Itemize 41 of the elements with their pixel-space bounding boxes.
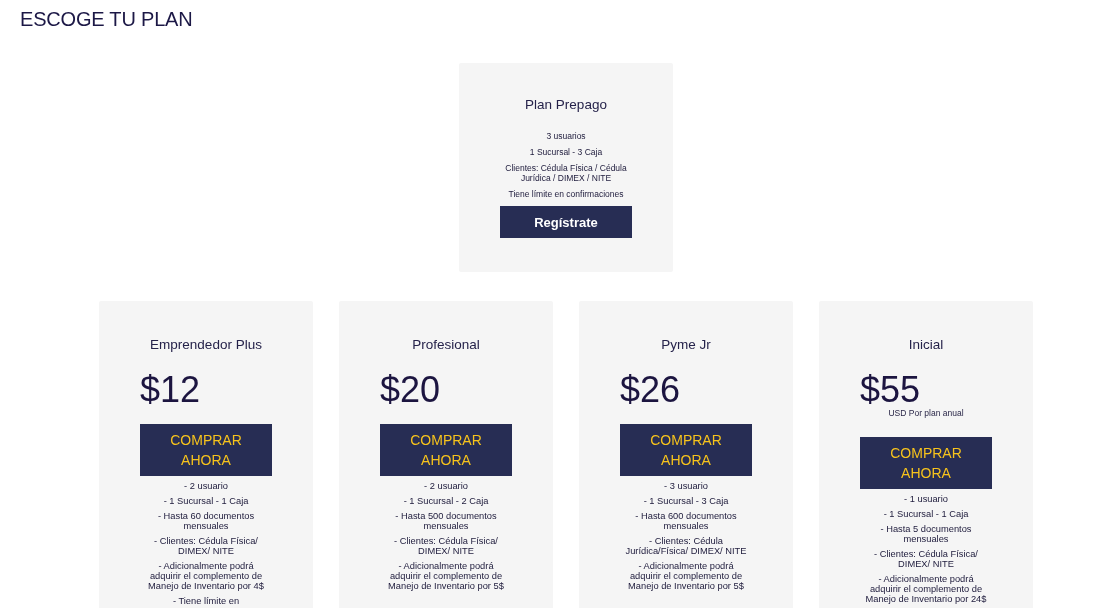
plan-price: $20 [379, 369, 442, 411]
buy-button[interactable]: COMPRAR AHORA [620, 424, 752, 476]
plan-name: Inicial [907, 337, 945, 353]
plan-feature: - Hasta 60 documentos mensuales [156, 511, 256, 531]
plan-feature: - Hasta 500 documentos mensuales [394, 511, 498, 531]
plan-feature: - Clientes: Cédula Física/ DIMEX/ NITE [393, 536, 499, 556]
plan-name: Profesional [411, 337, 481, 353]
page-title: ESCOGE TU PLAN [20, 8, 193, 30]
price-note: USD Por plan anual [888, 408, 964, 418]
buy-button[interactable]: COMPRAR AHORA [860, 437, 992, 489]
plan-feature: - 1 usuario [903, 494, 949, 504]
plan-name: Pyme Jr [660, 337, 712, 353]
plan-feature: - 1 Sucursal - 3 Caja [642, 496, 730, 506]
plan-feature: - 1 Sucursal - 1 Caja [882, 509, 970, 519]
plan-feature: 3 usuarios [545, 131, 587, 141]
plan-feature: - Adicionalmente podrá adquirir el complemento de Manejo de Inventario por 4$ [147, 561, 265, 591]
register-button[interactable]: Regístrate [500, 206, 632, 238]
plan-feature: - 1 Sucursal - 2 Caja [402, 496, 490, 506]
plan-feature: 1 Sucursal - 3 Caja [528, 147, 604, 157]
buy-button[interactable]: COMPRAR AHORA [140, 424, 272, 476]
plan-feature: - Clientes: Cédula Física/ DIMEX/ NITE [873, 549, 979, 569]
plan-feature: - Adicionalmente podrá adquirir el complemento de Manejo de Inventario por 24$ [864, 574, 988, 604]
plan-feature: - Adicionalmente podrá adquirir el complemento de Manejo de Inventario por 5$ [387, 561, 505, 591]
plan-feature: - 1 Sucursal - 1 Caja [162, 496, 250, 506]
plan-price: $55 [859, 369, 922, 410]
plan-feature: Clientes: Cédula Física / Cédula Jurídica / DIMEX / NITE [504, 163, 628, 183]
plan-feature: - 2 usuario [423, 481, 469, 491]
plan-feature: - Hasta 600 documentos mensuales [634, 511, 738, 531]
plan-feature: - 2 usuario [183, 481, 229, 491]
buy-button[interactable]: COMPRAR AHORA [380, 424, 512, 476]
plan-feature: - Clientes: Cédula Jurídica/Física/ DIMEX/ NITE [624, 536, 748, 556]
plan-price: $12 [139, 369, 202, 411]
plan-feature: - Clientes: Cédula Física/ DIMEX/ NITE [153, 536, 259, 556]
plan-name: Emprendedor Plus [149, 337, 263, 353]
plan-feature: - Adicionalmente podrá adquirir el complemento de Manejo de Inventario por 5$ [627, 561, 745, 591]
plan-feature: Tiene límite en confirmaciones [507, 189, 625, 199]
plan-feature: - Hasta 5 documentos mensuales [879, 524, 973, 544]
plan-feature: - 3 usuario [663, 481, 709, 491]
plan-feature: - Tiene límite en [171, 596, 241, 606]
plan-price: $26 [619, 369, 682, 411]
plan-name: Plan Prepago [524, 97, 608, 113]
